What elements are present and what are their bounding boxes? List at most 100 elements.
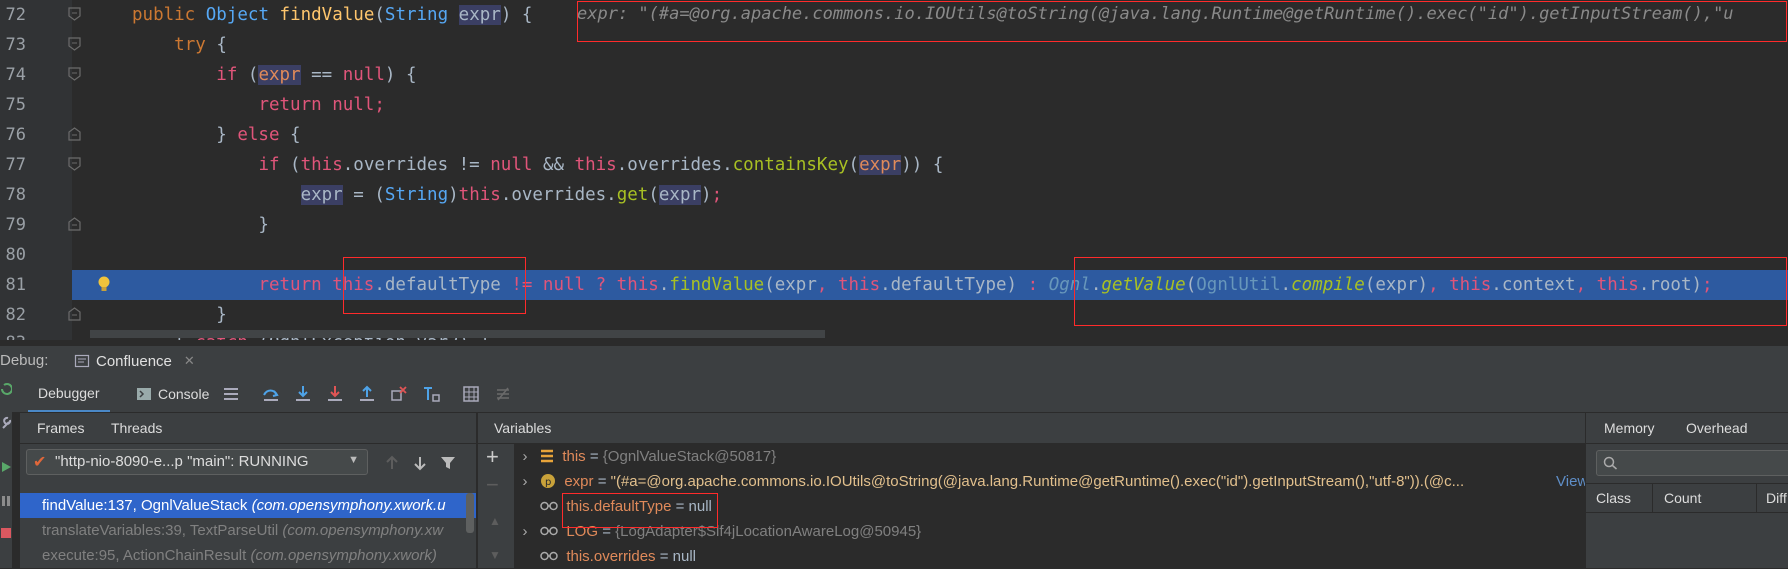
- watch-glasses-icon: [540, 501, 558, 511]
- line-number: 75: [5, 95, 26, 115]
- tab-debugger[interactable]: Debugger: [28, 376, 110, 412]
- debug-tool-window-header: Debug: Confluence ✕: [0, 345, 1788, 376]
- evaluate-expression-icon[interactable]: [462, 385, 480, 403]
- fold-marker-icon[interactable]: [68, 37, 81, 51]
- line-number: 74: [5, 65, 26, 85]
- variable-value: "(#a=@org.apache.commons.io.IOUtils@toSt…: [610, 473, 1465, 490]
- line-number: 82: [5, 305, 26, 325]
- add-watch-icon[interactable]: +: [486, 446, 499, 468]
- view-link[interactable]: View: [1556, 469, 1588, 494]
- resume-icon[interactable]: [0, 460, 12, 474]
- memory-panel: Memory Overhead Class Count Diff: [1586, 413, 1788, 568]
- step-over-icon[interactable]: [262, 385, 280, 403]
- variable-equals: =: [655, 548, 673, 565]
- variables-panel: Variables + − ▲ ▼ › this = {OgnlValueSta…: [478, 413, 1588, 569]
- memory-table-header: Class Count Diff: [1586, 483, 1788, 513]
- step-into-icon[interactable]: [294, 385, 312, 403]
- line-number: 78: [5, 185, 26, 205]
- tab-overhead[interactable]: Overhead: [1686, 413, 1747, 443]
- debug-session-tab[interactable]: Confluence ✕: [68, 346, 205, 376]
- horizontal-scrollbar[interactable]: [90, 330, 825, 338]
- arrow-up-icon[interactable]: [384, 455, 400, 471]
- code-line[interactable]: 77 if (this.overrides != null && this.ov…: [0, 150, 1788, 180]
- code-text: } else {: [132, 125, 301, 145]
- move-down-icon[interactable]: ▼: [489, 548, 501, 562]
- stop-icon[interactable]: [0, 526, 12, 540]
- thread-select[interactable]: ✔ "http-nio-8090-e...p "main": RUNNING ▼: [26, 449, 368, 475]
- tab-memory[interactable]: Memory: [1604, 413, 1655, 443]
- code-text: }: [132, 305, 227, 325]
- fold-marker-icon[interactable]: [68, 7, 81, 21]
- code-text: if (this.overrides != null && this.overr…: [258, 155, 944, 175]
- thread-select-value: "http-nio-8090-e...p "main": RUNNING: [55, 453, 309, 470]
- arrow-down-icon[interactable]: [412, 455, 428, 471]
- code-line[interactable]: 75 return null;: [0, 90, 1788, 120]
- code-text: expr = (String)this.overrides.get(expr);: [300, 185, 723, 205]
- lightbulb-icon[interactable]: [96, 275, 112, 293]
- step-out-icon[interactable]: [358, 385, 376, 403]
- rerun-icon[interactable]: [0, 382, 12, 396]
- tab-frames[interactable]: Frames: [37, 413, 84, 443]
- memory-search-input[interactable]: [1596, 450, 1788, 476]
- chevron-right-icon[interactable]: ›: [514, 469, 536, 494]
- code-editor[interactable]: 72 public Object findValue(String expr) …: [0, 0, 1788, 340]
- column-class[interactable]: Class: [1596, 484, 1631, 512]
- highlight-box: [343, 257, 526, 314]
- fold-marker-icon[interactable]: [68, 157, 81, 171]
- frames-panel: Frames Threads ✔ "http-nio-8090-e...p "m…: [20, 413, 476, 568]
- tab-threads[interactable]: Threads: [111, 413, 162, 443]
- move-up-icon[interactable]: ▲: [489, 514, 501, 528]
- frame-row[interactable]: findValue:137, OgnlValueStack (com.opens…: [20, 493, 476, 518]
- line-number: 76: [5, 125, 26, 145]
- variable-row[interactable]: › this = {OgnlValueStack@50817}: [514, 444, 777, 469]
- tab-console[interactable]: Console: [130, 376, 215, 412]
- column-count[interactable]: Count: [1664, 484, 1701, 512]
- frames-panel-tabs: Frames Threads: [20, 413, 476, 444]
- pause-icon[interactable]: [0, 494, 12, 508]
- drop-frame-icon[interactable]: [390, 385, 408, 403]
- variables-header: Variables: [478, 413, 1585, 444]
- line-number: 81: [5, 275, 26, 295]
- fold-marker-icon[interactable]: [68, 217, 81, 231]
- frame-method: translateVariables:39, TextParseUtil: [42, 522, 283, 539]
- variable-equals: =: [585, 448, 603, 465]
- variable-row[interactable]: this.overrides = null: [514, 544, 696, 569]
- frames-scrollbar[interactable]: [466, 493, 474, 533]
- parameter-icon: p: [541, 474, 556, 488]
- code-text: return null;: [258, 95, 385, 115]
- variable-value: null: [672, 548, 697, 565]
- close-icon[interactable]: ✕: [184, 353, 195, 369]
- line-number: 83: [0, 328, 26, 340]
- force-step-into-icon[interactable]: [326, 385, 344, 403]
- trace-icon[interactable]: [494, 385, 512, 403]
- frame-method: findValue:137, OgnlValueStack: [42, 497, 252, 514]
- run-to-cursor-icon[interactable]: [422, 385, 440, 403]
- run-config-icon: [74, 354, 90, 368]
- column-diff[interactable]: Diff: [1766, 484, 1787, 512]
- remove-watch-icon[interactable]: −: [486, 474, 499, 496]
- chevron-right-icon[interactable]: ›: [514, 444, 536, 469]
- code-text: public Object findValue(String expr) {: [132, 5, 533, 25]
- menu-lines-icon[interactable]: [222, 385, 240, 403]
- variable-row[interactable]: › p expr = "(#a=@org.apache.commons.io.I…: [514, 469, 1582, 494]
- variable-name: this: [562, 448, 586, 465]
- fold-marker-icon[interactable]: [68, 67, 81, 81]
- code-line[interactable]: 76 } else {: [0, 120, 1788, 150]
- filter-icon[interactable]: [440, 455, 456, 471]
- highlight-box: [1074, 257, 1787, 326]
- debug-toolbar: Debugger Console: [0, 376, 1788, 413]
- frame-row[interactable]: execute:95, ActionChainResult (com.opens…: [20, 543, 476, 568]
- frame-row[interactable]: translateVariables:39, TextParseUtil (co…: [20, 518, 476, 543]
- wrench-icon[interactable]: [0, 416, 12, 430]
- console-icon: [137, 388, 151, 400]
- chevron-right-icon[interactable]: ›: [514, 519, 536, 544]
- code-line[interactable]: 79 }: [0, 210, 1788, 240]
- line-number: 79: [5, 215, 26, 235]
- watch-glasses-icon: [540, 526, 558, 536]
- fold-marker-icon[interactable]: [68, 307, 81, 321]
- variable-name: expr: [564, 473, 594, 490]
- svg-text:p: p: [545, 477, 551, 488]
- fold-marker-icon[interactable]: [68, 127, 81, 141]
- code-line[interactable]: 78 expr = (String)this.overrides.get(exp…: [0, 180, 1788, 210]
- code-line[interactable]: 74 if (expr == null) {: [0, 60, 1788, 90]
